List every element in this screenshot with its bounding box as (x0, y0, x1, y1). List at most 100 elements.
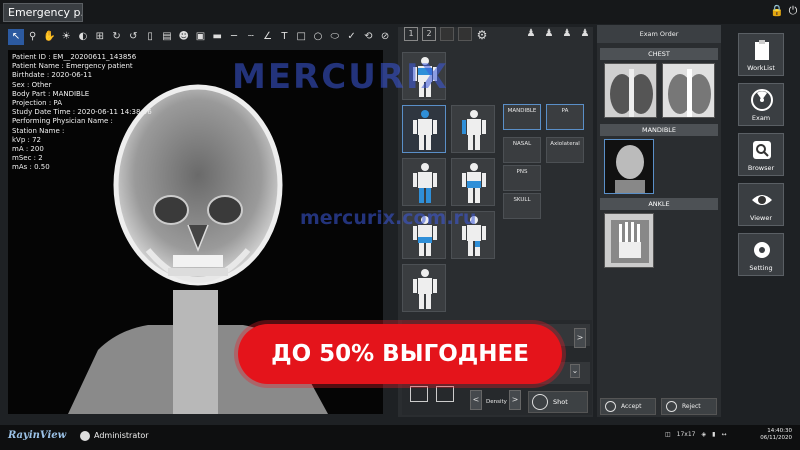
mode-two-icon[interactable]: 2 (422, 27, 436, 41)
status-icons: ◫ 17x17 ◈ ▮ ↔ (665, 428, 726, 442)
mode-four-icon[interactable] (458, 27, 472, 41)
promo-banner[interactable]: ДО 50% ВЫГОДНЕЕ (238, 324, 562, 384)
gear-icon (754, 242, 770, 258)
nav-viewer-label: Viewer (749, 214, 773, 222)
undo-icon[interactable]: ⟲ (360, 29, 376, 45)
clipboard-icon (755, 40, 769, 60)
bodypart-abdomen[interactable] (451, 158, 495, 206)
body-figure-icon (413, 163, 437, 203)
bodypart-whole[interactable] (402, 264, 446, 312)
dicom-line: Patient Name : Emergency patient (12, 62, 133, 71)
flip-vertical-icon[interactable]: ▯ (142, 29, 158, 45)
projection-axiolateral[interactable]: Axiolateral (546, 137, 584, 163)
nav-worklist[interactable]: WorkList (738, 33, 784, 76)
reset-icon[interactable]: ⊘ (377, 29, 393, 45)
density-increase-button[interactable]: > (509, 390, 521, 410)
group-ankle: ANKLE (600, 198, 718, 210)
clock-time: 14:40:30 (767, 428, 792, 434)
check-icon[interactable]: ✓ (344, 29, 360, 45)
shot-icon (532, 394, 548, 410)
dicom-line: Projection : PA (12, 99, 62, 108)
flip-horizontal-icon[interactable]: ▤ (159, 29, 175, 45)
exam-order-title: Exam Order (597, 25, 721, 43)
bodypart-leg[interactable] (402, 158, 446, 206)
density-label: Density (486, 399, 507, 405)
patient-tab[interactable]: Emergency p... (3, 3, 83, 22)
swap-icon[interactable]: ↔ (721, 428, 726, 442)
capture-icon[interactable] (410, 386, 428, 402)
image-toolbar: ↖ ⚲ ✋ ☀ ◐ ⊞ ↻ ↺ ▯ ▤ ☻ ▣ ▬ ─ ┄ ∠ T □ ○ ⬭ … (8, 27, 393, 47)
detector-icon[interactable]: ◫ (665, 428, 671, 442)
nav-viewer[interactable]: Viewer (738, 183, 784, 226)
ellipse-icon[interactable]: ⬭ (327, 29, 343, 45)
dicom-line: Performing Physician Name : (12, 117, 113, 126)
dicom-overlay: Patient ID : EM__20200611_143856 Patient… (12, 53, 152, 173)
nav-setting[interactable]: Setting (738, 233, 784, 276)
brand-logo: RayinView (8, 430, 67, 441)
bodypart-arm[interactable] (451, 105, 495, 153)
watermark-logo: MERCURIX (232, 57, 449, 97)
window-level-icon[interactable]: ☀ (58, 29, 74, 45)
infant-icon[interactable]: ♟ (579, 27, 591, 41)
body-figure-icon (413, 110, 437, 150)
rectangle-icon[interactable]: □ (293, 29, 309, 45)
lock-icon[interactable]: 🔒 (770, 4, 784, 18)
projection-mandible[interactable]: MANDIBLE (503, 104, 541, 130)
skull-xray-icon (605, 140, 653, 193)
nav-exam[interactable]: Exam (738, 83, 784, 126)
text-icon[interactable]: T (277, 29, 293, 45)
thumbnail-chest-2[interactable] (662, 63, 715, 118)
zoom-icon[interactable]: ⚲ (25, 29, 41, 45)
power-icon[interactable]: ⏻ (786, 4, 800, 18)
circle-icon[interactable]: ○ (310, 29, 326, 45)
projection-nasal[interactable]: NASAL (503, 137, 541, 163)
detector-size: 17x17 (676, 431, 696, 438)
accept-button[interactable]: Accept (600, 398, 656, 415)
mode-three-icon[interactable] (440, 27, 454, 41)
user-name: Administrator (94, 431, 149, 440)
pointer-icon[interactable]: ↖ (8, 29, 24, 45)
clock-date: 06/11/2020 (760, 435, 792, 441)
eye-icon (752, 195, 772, 205)
body-figure-icon (462, 163, 486, 203)
dicom-line: Body Part : MANDIBLE (12, 89, 90, 98)
annotate-user-icon[interactable]: ☻ (176, 29, 192, 45)
crop-icon[interactable]: ⊞ (92, 29, 108, 45)
projection-pns[interactable]: PNS (503, 165, 541, 191)
invert-icon[interactable]: ◐ (75, 29, 91, 45)
projection-pa[interactable]: PA (546, 104, 584, 130)
shutter-icon[interactable]: ▬ (209, 29, 225, 45)
angle-icon[interactable]: ∠ (260, 29, 276, 45)
check-circle-icon (605, 401, 616, 412)
dropdown-chevron-icon[interactable]: ⌄ (570, 364, 580, 378)
adult-icon[interactable]: ♟ (525, 27, 537, 41)
dicom-line: Birthdate : 2020-06-11 (12, 71, 93, 80)
next-button[interactable]: > (574, 328, 586, 348)
adult-alt-icon[interactable]: ♟ (543, 27, 555, 41)
user-icon (80, 431, 90, 441)
thumbnail-ankle[interactable] (604, 213, 654, 268)
line-icon[interactable]: ─ (226, 29, 242, 45)
thumbnail-mandible[interactable] (604, 139, 654, 194)
reject-button[interactable]: Reject (661, 398, 717, 415)
rotate-ccw-icon[interactable]: ↺ (125, 29, 141, 45)
density-decrease-button[interactable]: < (470, 390, 482, 410)
body-figure-icon (462, 110, 486, 150)
dicom-line: Station Name : (12, 126, 65, 135)
gear-icon[interactable]: ⚙ (475, 28, 489, 42)
bodypart-head[interactable] (402, 105, 446, 153)
mode-one-icon[interactable]: 1 (404, 27, 418, 41)
dicom-line: kVp : 72 (12, 135, 42, 144)
rotate-cw-icon[interactable]: ↻ (109, 29, 125, 45)
title-bar (0, 0, 800, 24)
capture-alt-icon[interactable] (436, 386, 454, 402)
chest-xray-icon (605, 64, 656, 117)
horizontal-line-icon[interactable]: ┄ (243, 29, 259, 45)
id-card-icon[interactable]: ▣ (193, 29, 209, 45)
thumbnail-chest-1[interactable] (604, 63, 657, 118)
projection-skull[interactable]: SKULL (503, 193, 541, 219)
search-icon (753, 141, 771, 159)
child-icon[interactable]: ♟ (561, 27, 573, 41)
pan-icon[interactable]: ✋ (42, 29, 58, 45)
nav-browser[interactable]: Browser (738, 133, 784, 176)
